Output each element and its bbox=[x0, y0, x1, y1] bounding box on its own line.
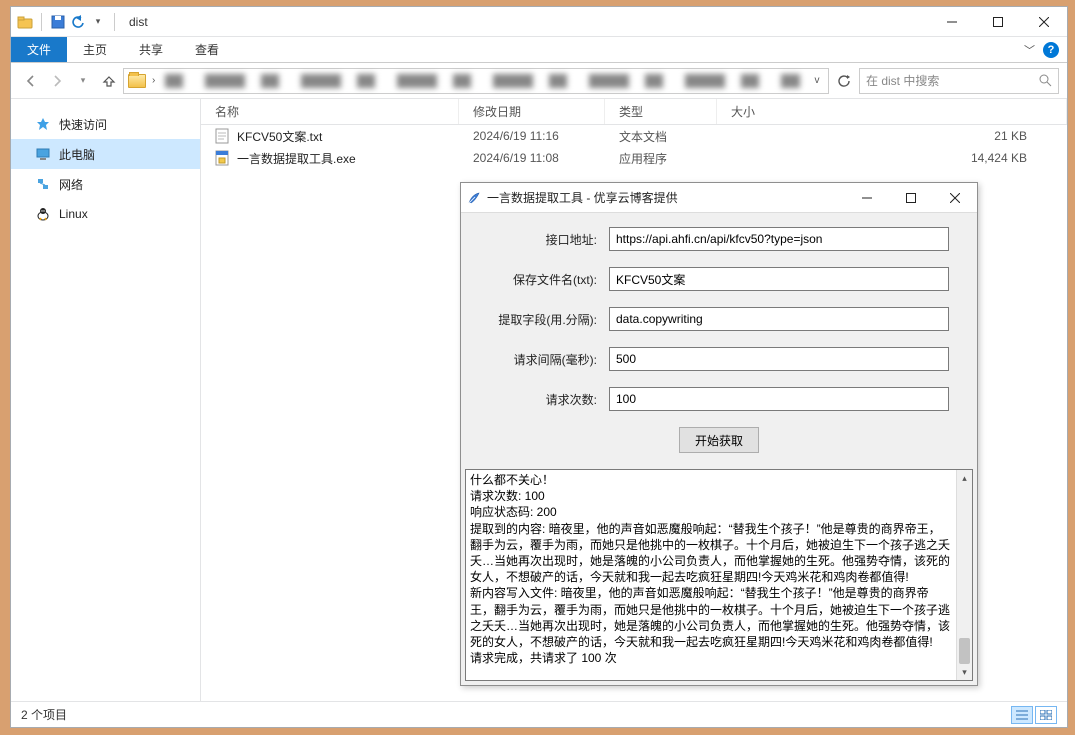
folder-icon bbox=[17, 14, 33, 30]
col-size[interactable]: 大小 bbox=[717, 99, 1067, 124]
sidebar-item-label: Linux bbox=[59, 207, 88, 221]
ribbon-tab-share[interactable]: 共享 bbox=[123, 37, 179, 62]
col-type[interactable]: 类型 bbox=[605, 99, 717, 124]
file-row[interactable]: 一言数据提取工具.exe 2024/6/19 11:08 应用程序 14,424… bbox=[201, 147, 1067, 169]
sidebar-item-label: 此电脑 bbox=[59, 146, 95, 163]
linux-icon bbox=[35, 206, 51, 222]
file-name: 一言数据提取工具.exe bbox=[237, 150, 356, 167]
input-filename[interactable] bbox=[609, 267, 949, 291]
view-details-button[interactable] bbox=[1011, 706, 1033, 724]
sidebar-item-quick-access[interactable]: 快速访问 bbox=[11, 109, 200, 139]
file-size: 14,424 KB bbox=[717, 151, 1067, 165]
nav-back-button[interactable] bbox=[19, 69, 43, 93]
log-box: 什么都不关心！ 请求次数: 100 响应状态码: 200 提取到的内容: 暗夜里… bbox=[465, 469, 973, 681]
status-text: 2 个项目 bbox=[21, 706, 67, 723]
sidebar-item-label: 网络 bbox=[59, 176, 83, 193]
path-redacted bbox=[165, 74, 800, 88]
tool-minimize-button[interactable] bbox=[845, 184, 889, 212]
address-bar[interactable]: › v bbox=[123, 68, 829, 94]
sidebar-item-network[interactable]: 网络 bbox=[11, 169, 200, 199]
txt-file-icon bbox=[215, 128, 231, 144]
file-type: 应用程序 bbox=[605, 150, 717, 167]
refresh-button[interactable] bbox=[831, 68, 857, 94]
label-field: 提取字段(用.分隔): bbox=[477, 311, 609, 328]
folder-icon bbox=[128, 74, 146, 88]
ribbon-collapse-icon[interactable]: ﹀ bbox=[1024, 42, 1035, 58]
file-date: 2024/6/19 11:16 bbox=[459, 129, 605, 143]
file-row[interactable]: KFCV50文案.txt 2024/6/19 11:16 文本文档 21 KB bbox=[201, 125, 1067, 147]
ribbon-tab-view[interactable]: 查看 bbox=[179, 37, 235, 62]
file-type: 文本文档 bbox=[605, 128, 717, 145]
log-text: 什么都不关心！ 请求次数: 100 响应状态码: 200 提取到的内容: 暗夜里… bbox=[466, 470, 956, 680]
pc-icon bbox=[35, 146, 51, 162]
status-bar: 2 个项目 bbox=[11, 701, 1067, 727]
label-count: 请求次数: bbox=[477, 391, 609, 408]
input-delay[interactable] bbox=[609, 347, 949, 371]
file-name: KFCV50文案.txt bbox=[237, 128, 322, 145]
help-icon[interactable]: ? bbox=[1043, 42, 1059, 58]
star-icon bbox=[35, 116, 51, 132]
tool-titlebar: 一言数据提取工具 - 优享云博客提供 bbox=[461, 183, 977, 213]
sidebar-item-this-pc[interactable]: 此电脑 bbox=[11, 139, 200, 169]
scrollbar[interactable]: ▴ ▾ bbox=[956, 470, 972, 680]
chevron-right-icon[interactable]: › bbox=[150, 75, 157, 86]
nav-up-button[interactable] bbox=[97, 69, 121, 93]
close-button[interactable] bbox=[1021, 7, 1067, 37]
tool-close-button[interactable] bbox=[933, 184, 977, 212]
input-count[interactable] bbox=[609, 387, 949, 411]
input-field[interactable] bbox=[609, 307, 949, 331]
label-delay: 请求间隔(毫秒): bbox=[477, 351, 609, 368]
scroll-thumb[interactable] bbox=[959, 638, 970, 664]
minimize-button[interactable] bbox=[929, 7, 975, 37]
file-list: KFCV50文案.txt 2024/6/19 11:16 文本文档 21 KB … bbox=[201, 125, 1067, 169]
save-icon[interactable] bbox=[50, 14, 66, 30]
tool-maximize-button[interactable] bbox=[889, 184, 933, 212]
search-input[interactable]: 在 dist 中搜索 bbox=[859, 68, 1059, 94]
input-api[interactable] bbox=[609, 227, 949, 251]
scroll-up-icon[interactable]: ▴ bbox=[957, 470, 972, 486]
label-api: 接口地址: bbox=[477, 231, 609, 248]
nav-forward-button[interactable] bbox=[45, 69, 69, 93]
ribbon-tab-home[interactable]: 主页 bbox=[67, 37, 123, 62]
column-headers: 名称 修改日期 类型 大小 bbox=[201, 99, 1067, 125]
search-placeholder: 在 dist 中搜索 bbox=[866, 72, 1033, 89]
ribbon: 文件 主页 共享 查看 ﹀ ? bbox=[11, 37, 1067, 63]
tool-title: 一言数据提取工具 - 优享云博客提供 bbox=[487, 189, 678, 206]
sidebar-item-label: 快速访问 bbox=[59, 116, 107, 133]
undo-icon[interactable] bbox=[70, 14, 86, 30]
window-title: dist bbox=[129, 15, 148, 29]
col-name[interactable]: 名称 bbox=[201, 99, 459, 124]
nav-recent-button[interactable]: ▾ bbox=[71, 69, 95, 93]
address-dropdown-icon[interactable]: v bbox=[808, 75, 826, 86]
start-button[interactable]: 开始获取 bbox=[679, 427, 759, 453]
address-bar-row: ▾ › v 在 dist 中搜索 bbox=[11, 63, 1067, 99]
sidebar: 快速访问 此电脑 网络 Linux bbox=[11, 99, 201, 701]
qat-dropdown-icon[interactable]: ▾ bbox=[90, 14, 106, 30]
file-date: 2024/6/19 11:08 bbox=[459, 151, 605, 165]
exe-file-icon bbox=[215, 150, 231, 166]
feather-icon bbox=[467, 191, 481, 205]
network-icon bbox=[35, 176, 51, 192]
search-icon bbox=[1039, 74, 1052, 87]
scroll-down-icon[interactable]: ▾ bbox=[957, 664, 972, 680]
ribbon-tab-file[interactable]: 文件 bbox=[11, 37, 67, 62]
view-icons-button[interactable] bbox=[1035, 706, 1057, 724]
file-size: 21 KB bbox=[717, 129, 1067, 143]
maximize-button[interactable] bbox=[975, 7, 1021, 37]
label-filename: 保存文件名(txt): bbox=[477, 271, 609, 288]
sidebar-item-linux[interactable]: Linux bbox=[11, 199, 200, 229]
tool-window: 一言数据提取工具 - 优享云博客提供 接口地址: 保存文件名(txt): 提取字… bbox=[460, 182, 978, 686]
titlebar: ▾ dist bbox=[11, 7, 1067, 37]
col-date[interactable]: 修改日期 bbox=[459, 99, 605, 124]
